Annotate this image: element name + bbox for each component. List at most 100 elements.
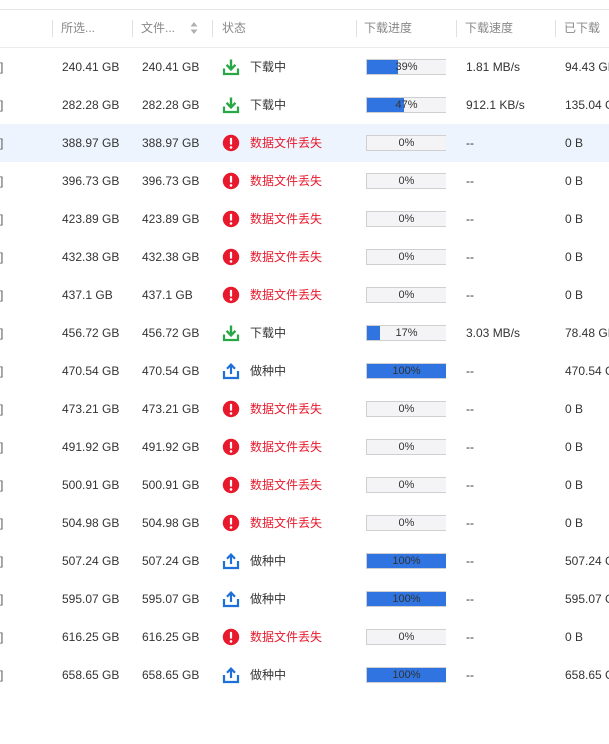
column-divider[interactable]	[555, 20, 556, 37]
column-header-status[interactable]: 状态	[222, 10, 246, 47]
name-cell-edge: ]	[0, 364, 4, 378]
table-row[interactable]: ] 396.73 GB 396.73 GB 数据文件丢失 0% -- 0 B	[0, 162, 609, 200]
progress-label: 100%	[392, 669, 421, 681]
selected-size-cell: 240.41 GB	[62, 60, 120, 74]
name-cell-edge: ]	[0, 60, 4, 74]
progress-label: 0%	[398, 441, 415, 453]
progress-cell: 100%	[366, 656, 446, 694]
column-header-speed[interactable]: 下载速度	[465, 10, 513, 47]
progress-bar: 0%	[366, 287, 446, 303]
column-divider[interactable]	[132, 20, 133, 37]
status-text: 数据文件丢失	[250, 174, 323, 188]
downloaded-cell: 0 B	[565, 136, 584, 150]
file-size-cell: 437.1 GB	[142, 288, 193, 302]
table-row[interactable]: ] 500.91 GB 500.91 GB 数据文件丢失 0% -- 0 B	[0, 466, 609, 504]
table-row[interactable]: ] 616.25 GB 616.25 GB 数据文件丢失 0% -- 0 B	[0, 618, 609, 656]
table-row[interactable]: ] 423.89 GB 423.89 GB 数据文件丢失 0% -- 0 B	[0, 200, 609, 238]
name-cell-edge: ]	[0, 478, 4, 492]
progress-bar: 0%	[366, 211, 446, 227]
speed-cell: --	[466, 402, 474, 416]
column-divider[interactable]	[52, 20, 53, 37]
progress-cell: 0%	[366, 162, 446, 200]
progress-cell: 0%	[366, 200, 446, 238]
progress-label: 0%	[398, 631, 415, 643]
status-text: 数据文件丢失	[250, 288, 323, 302]
table-row[interactable]: ] 388.97 GB 388.97 GB 数据文件丢失 0% -- 0 B	[0, 124, 609, 162]
progress-label: 39%	[395, 61, 418, 73]
downloaded-cell: 0 B	[565, 516, 584, 530]
table-row[interactable]: ] 456.72 GB 456.72 GB 下载中 17% 3.03 MB/s 78.48 …	[0, 314, 609, 352]
file-size-cell: 240.41 GB	[142, 60, 200, 74]
column-divider[interactable]	[212, 20, 213, 37]
file-size-cell: 658.65 GB	[142, 668, 200, 682]
downloaded-cell: 470.54 GB	[565, 364, 609, 378]
file-size-cell: 423.89 GB	[142, 212, 200, 226]
progress-bar: 0%	[366, 401, 446, 417]
column-header-downloaded[interactable]: 已下载	[564, 10, 600, 47]
table-row[interactable]: ] 473.21 GB 473.21 GB 数据文件丢失 0% -- 0 B	[0, 390, 609, 428]
selected-size-cell: 456.72 GB	[62, 326, 120, 340]
progress-label: 100%	[392, 593, 421, 605]
speed-cell: --	[466, 516, 474, 530]
speed-cell: --	[466, 212, 474, 226]
table-row[interactable]: ] 504.98 GB 504.98 GB 数据文件丢失 0% -- 0 B	[0, 504, 609, 542]
downloaded-cell: 0 B	[565, 288, 584, 302]
progress-cell: 0%	[366, 238, 446, 276]
progress-bar: 100%	[366, 363, 446, 379]
status-cell: 做种中	[222, 352, 352, 390]
table-row[interactable]: ] 282.28 GB 282.28 GB 下载中 47% 912.1 KB/s 135.0…	[0, 86, 609, 124]
status-text: 数据文件丢失	[250, 402, 323, 416]
name-cell-edge: ]	[0, 98, 4, 112]
downloaded-cell: 0 B	[565, 630, 584, 644]
downloaded-cell: 0 B	[565, 478, 584, 492]
selected-size-cell: 396.73 GB	[62, 174, 120, 188]
speed-cell: --	[466, 174, 474, 188]
file-size-cell: 396.73 GB	[142, 174, 200, 188]
downloaded-cell: 658.65 GB	[565, 668, 609, 682]
name-cell-edge: ]	[0, 136, 4, 150]
downloaded-cell: 78.48 GB	[565, 326, 609, 340]
status-cell: 做种中	[222, 656, 352, 694]
table-row[interactable]: ] 491.92 GB 491.92 GB 数据文件丢失 0% -- 0 B	[0, 428, 609, 466]
column-header-progress[interactable]: 下载进度	[364, 10, 412, 47]
table-row[interactable]: ] 658.65 GB 658.65 GB 做种中 100% -- 658.65 GB	[0, 656, 609, 694]
selected-size-cell: 282.28 GB	[62, 98, 120, 112]
torrent-table-body: ] 240.41 GB 240.41 GB 下载中 39% 1.81 MB/s 94.43 …	[0, 48, 609, 694]
table-row[interactable]: ] 437.1 GB 437.1 GB 数据文件丢失 0% -- 0 B	[0, 276, 609, 314]
status-text: 数据文件丢失	[250, 250, 323, 264]
table-row[interactable]: ] 470.54 GB 470.54 GB 做种中 100% -- 470.54 GB	[0, 352, 609, 390]
speed-cell: --	[466, 250, 474, 264]
file-size-cell: 504.98 GB	[142, 516, 200, 530]
name-cell-edge: ]	[0, 288, 4, 302]
progress-bar: 39%	[366, 59, 446, 75]
name-cell-edge: ]	[0, 592, 4, 606]
speed-cell: 3.03 MB/s	[466, 326, 521, 340]
table-row[interactable]: ] 507.24 GB 507.24 GB 做种中 100% -- 507.24 GB	[0, 542, 609, 580]
progress-bar: 0%	[366, 439, 446, 455]
table-row[interactable]: ] 432.38 GB 432.38 GB 数据文件丢失 0% -- 0 B	[0, 238, 609, 276]
progress-bar: 0%	[366, 629, 446, 645]
column-header-selected-size[interactable]: 所选...	[61, 10, 95, 47]
progress-label: 0%	[398, 175, 415, 187]
status-cell: 数据文件丢失	[222, 124, 352, 162]
file-size-cell: 473.21 GB	[142, 402, 200, 416]
column-header-file-size[interactable]: 文件...	[141, 10, 175, 47]
progress-bar: 0%	[366, 249, 446, 265]
file-size-cell: 456.72 GB	[142, 326, 200, 340]
progress-cell: 39%	[366, 48, 446, 86]
downloaded-cell: 0 B	[565, 174, 584, 188]
progress-cell: 0%	[366, 390, 446, 428]
table-row[interactable]: ] 240.41 GB 240.41 GB 下载中 39% 1.81 MB/s 94.43 …	[0, 48, 609, 86]
progress-label: 100%	[392, 555, 421, 567]
speed-cell: --	[466, 440, 474, 454]
progress-bar: 17%	[366, 325, 446, 341]
speed-cell: --	[466, 364, 474, 378]
progress-label: 0%	[398, 517, 415, 529]
table-row[interactable]: ] 595.07 GB 595.07 GB 做种中 100% -- 595.07 GB	[0, 580, 609, 618]
name-cell-edge: ]	[0, 174, 4, 188]
progress-cell: 0%	[366, 504, 446, 542]
column-divider[interactable]	[456, 20, 457, 37]
column-divider[interactable]	[356, 20, 357, 37]
name-cell-edge: ]	[0, 212, 4, 226]
sort-icon[interactable]	[190, 21, 198, 35]
